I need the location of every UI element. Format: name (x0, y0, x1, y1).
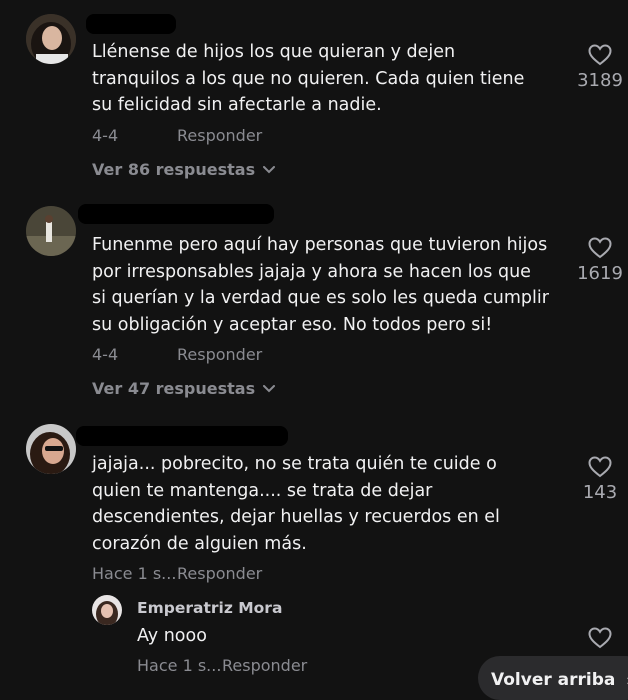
like-count: 3189 (577, 70, 623, 91)
heart-outline-icon (588, 627, 612, 649)
avatar[interactable] (26, 424, 76, 474)
heart-outline-icon (588, 237, 612, 259)
view-replies-button[interactable]: Ver 47 respuestas (92, 379, 276, 398)
comment-date: Hace 1 s... (92, 564, 177, 583)
comment-text: Funenme pero aquí hay personas que tuvie… (92, 235, 549, 335)
reply-button[interactable]: Responder (177, 564, 262, 583)
comment-meta: Hace 1 s...Responder (92, 564, 262, 583)
comment-text: jajaja... pobrecito, no se trata quién t… (92, 454, 500, 554)
back-to-top-label: Volver arriba (491, 670, 616, 690)
reply-button[interactable]: Responder (177, 126, 262, 145)
avatar[interactable] (26, 206, 76, 256)
like-button[interactable]: 143 (570, 456, 628, 503)
like-count: 1619 (577, 263, 623, 284)
reply-date: Hace 1 s... (137, 656, 222, 675)
comment-meta: 4-4 Responder (92, 126, 262, 145)
chevron-down-icon (263, 165, 276, 173)
view-replies-label: Ver 47 respuestas (92, 379, 256, 398)
redacted-username (76, 426, 288, 446)
reply-author[interactable]: Emperatriz Mora (137, 599, 282, 617)
like-button[interactable] (570, 627, 628, 653)
reply-button[interactable]: Responder (177, 345, 262, 364)
back-to-top-button[interactable]: Volver arriba (478, 656, 628, 700)
reply-text: Ay nooo (137, 626, 207, 646)
view-replies-button[interactable]: Ver 86 respuestas (92, 160, 276, 179)
view-replies-label: Ver 86 respuestas (92, 160, 256, 179)
reply-meta: Hace 1 s...Responder (137, 656, 307, 675)
comment-text: Llénense de hijos los que quieran y deje… (92, 42, 525, 115)
chevron-down-icon (263, 384, 276, 392)
like-count: 143 (582, 482, 618, 503)
heart-outline-icon (588, 44, 612, 66)
comment-meta: 4-4 Responder (92, 345, 262, 364)
heart-outline-icon (588, 456, 612, 478)
avatar[interactable] (92, 595, 122, 625)
reply-button[interactable]: Responder (222, 656, 307, 675)
redacted-username (78, 204, 274, 224)
avatar[interactable] (26, 14, 76, 64)
like-button[interactable]: 3189 (570, 44, 628, 91)
like-button[interactable]: 1619 (570, 237, 628, 284)
redacted-username (86, 14, 176, 34)
comment-date: 4-4 (92, 126, 119, 145)
comment-date: 4-4 (92, 345, 119, 364)
